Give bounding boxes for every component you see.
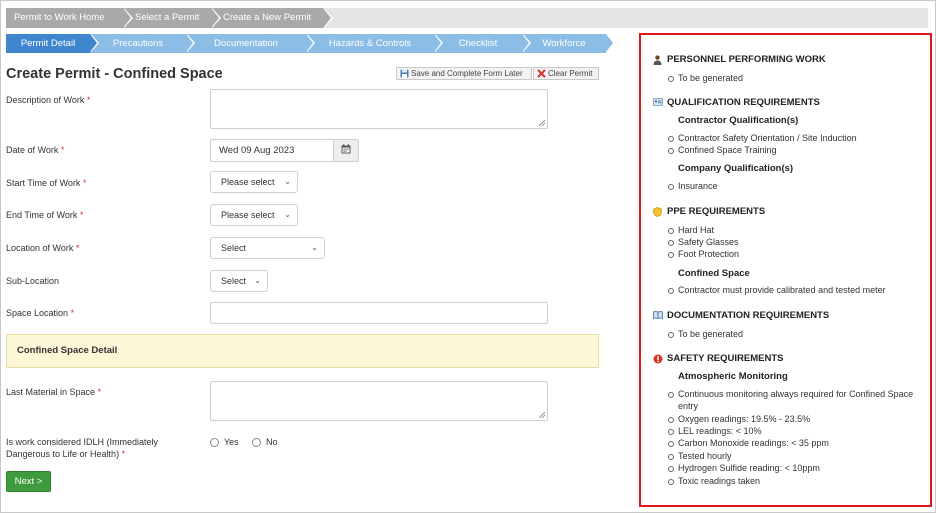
list-item: Foot Protection <box>668 248 924 260</box>
required-mark: * <box>60 145 65 155</box>
save-later-button[interactable]: Save and Complete Form Later <box>396 67 532 80</box>
last-material-label: Last Material in Space * <box>6 387 102 397</box>
chevron-down-icon: ⌄ <box>311 243 318 252</box>
list-item: Confined Space Training <box>668 144 924 156</box>
documentation-heading: DOCUMENTATION REQUIREMENTS <box>653 310 829 321</box>
red-x-icon <box>537 69 546 78</box>
radio-circle[interactable] <box>252 437 261 447</box>
location-label: Location of Work * <box>6 243 80 253</box>
breadcrumb: Permit to Work Home Select a Permit Crea… <box>6 8 928 28</box>
ppe-heading: PPE REQUIREMENTS <box>653 206 765 217</box>
date-input[interactable]: Wed 09 Aug 2023 <box>210 139 334 162</box>
required-mark: * <box>75 243 80 253</box>
tab-checklist[interactable]: Checklist <box>434 34 531 53</box>
space-location-input[interactable] <box>210 302 548 324</box>
required-mark: * <box>82 178 87 188</box>
person-icon <box>653 55 662 65</box>
atmospheric-monitoring-heading: Atmospheric Monitoring <box>678 371 788 382</box>
idlh-label: Is work considered IDLH (Immediately Dan… <box>6 437 159 459</box>
list-item: Contractor Safety Orientation / Site Ind… <box>668 132 924 144</box>
company-qualifications-heading: Company Qualification(s) <box>678 163 794 174</box>
required-mark: * <box>121 449 126 459</box>
last-material-textarea[interactable] <box>210 381 548 421</box>
calendar-icon <box>341 144 351 157</box>
idlh-yes-radio[interactable]: Yes <box>210 437 239 447</box>
list-item: Insurance <box>668 180 924 192</box>
required-mark: * <box>86 95 91 105</box>
list-item: Tested hourly <box>668 450 924 462</box>
list-item: To be generated <box>668 328 924 340</box>
sub-location-select[interactable]: Select ⌄ <box>210 270 268 292</box>
next-button[interactable]: Next > <box>6 471 51 492</box>
step-tabs: Permit Detail Precautions Documentation … <box>6 34 613 53</box>
idlh-no-radio[interactable]: No <box>252 437 278 447</box>
safety-heading: SAFETY REQUIREMENTS <box>653 353 783 364</box>
start-time-select[interactable]: Please select ⌄ <box>210 171 298 193</box>
qualification-heading: QUALIFICATION REQUIREMENTS <box>653 97 820 108</box>
date-label: Date of Work * <box>6 145 65 155</box>
tab-documentation[interactable]: Documentation <box>186 34 315 53</box>
list-item: To be generated <box>668 72 924 84</box>
list-item: Safety Glasses <box>668 236 924 248</box>
breadcrumb-select-permit[interactable]: Select a Permit <box>123 8 221 28</box>
end-time-label: End Time of Work * <box>6 210 84 220</box>
list-item: Continuous monitoring always required fo… <box>668 388 918 412</box>
chevron-down-icon: ⌄ <box>284 210 291 219</box>
required-mark: * <box>97 387 102 397</box>
list-item: Hard Hat <box>668 224 924 236</box>
end-time-select[interactable]: Please select ⌄ <box>210 204 298 226</box>
list-item: LEL readings: < 10% <box>668 425 924 437</box>
required-mark: * <box>70 308 75 318</box>
page-title: Create Permit - Confined Space <box>6 66 223 82</box>
sub-location-label: Sub-Location <box>6 276 60 286</box>
requirements-panel: PERSONNEL PERFORMING WORK To be generate… <box>639 33 932 507</box>
confined-space-detail-heading: Confined Space Detail <box>6 334 599 368</box>
list-item: Oxygen readings: 19.5% - 23.5% <box>668 413 924 425</box>
clear-permit-button[interactable]: Clear Permit <box>533 67 599 80</box>
book-icon <box>653 311 663 320</box>
chevron-down-icon: ⌄ <box>254 276 261 285</box>
required-mark: * <box>79 210 84 220</box>
chevron-down-icon: ⌄ <box>284 177 291 186</box>
list-item: Carbon Monoxide readings: < 35 ppm <box>668 437 924 449</box>
tab-workforce[interactable]: Workforce <box>522 34 613 53</box>
list-item: Hydrogen Sulfide reading: < 10ppm <box>668 462 924 474</box>
calendar-button[interactable] <box>333 139 359 162</box>
location-select[interactable]: Select ⌄ <box>210 237 325 259</box>
alert-icon <box>653 354 663 364</box>
breadcrumb-create-permit[interactable]: Create a New Permit <box>211 8 333 28</box>
id-card-icon <box>653 98 663 107</box>
tab-hazards-controls[interactable]: Hazards & Controls <box>306 34 443 53</box>
shield-icon <box>653 207 662 217</box>
start-time-label: Start Time of Work * <box>6 178 87 188</box>
list-item: Toxic readings taken <box>668 475 924 487</box>
breadcrumb-home[interactable]: Permit to Work Home <box>6 8 133 28</box>
radio-circle[interactable] <box>210 437 219 447</box>
contractor-qualifications-heading: Contractor Qualification(s) <box>678 115 799 126</box>
space-location-label: Space Location * <box>6 308 75 318</box>
personnel-heading: PERSONNEL PERFORMING WORK <box>653 54 826 65</box>
list-item: Contractor must provide calibrated and t… <box>668 284 924 296</box>
floppy-disk-icon <box>400 69 409 78</box>
tab-precautions[interactable]: Precautions <box>90 34 195 53</box>
save-later-label: Save and Complete Form Later <box>411 69 523 78</box>
confined-space-ppe-heading: Confined Space <box>678 268 750 279</box>
tab-permit-detail[interactable]: Permit Detail <box>6 34 99 53</box>
clear-permit-label: Clear Permit <box>548 69 593 78</box>
description-textarea[interactable] <box>210 89 548 129</box>
description-label: Description of Work * <box>6 95 91 105</box>
